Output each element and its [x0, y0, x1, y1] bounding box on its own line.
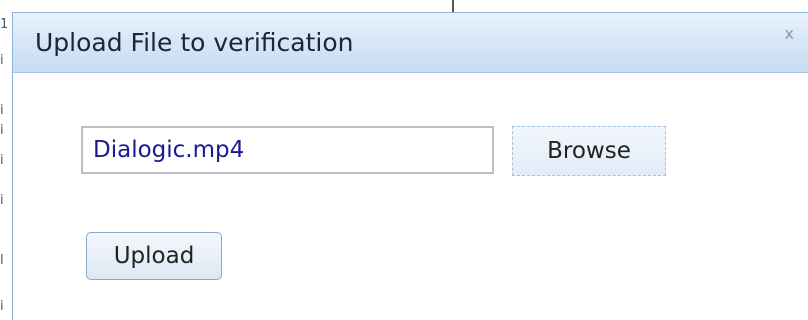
close-icon[interactable]: x — [785, 25, 794, 43]
upload-button[interactable]: Upload — [86, 232, 222, 280]
background-text-fragment: i — [0, 194, 4, 208]
background-text-fragment: l — [0, 254, 4, 268]
browse-button[interactable]: Browse — [512, 126, 666, 176]
background-text-fragment: 1 — [0, 18, 8, 32]
background-text-fragment: i — [0, 104, 4, 118]
background-text-fragment: i — [0, 124, 4, 138]
background-text-fragment: i — [0, 54, 4, 68]
background-text-fragment: i — [0, 154, 4, 168]
background-page-edge: 1 i i i i i l i — [0, 0, 12, 320]
background-text-fragment: i — [0, 300, 4, 314]
upload-dialog: Upload File to verification x Browse Upl… — [12, 12, 808, 320]
dialog-title: Upload File to verification — [35, 28, 354, 57]
file-path-input[interactable] — [81, 126, 494, 174]
dialog-titlebar[interactable]: Upload File to verification x — [13, 13, 808, 73]
